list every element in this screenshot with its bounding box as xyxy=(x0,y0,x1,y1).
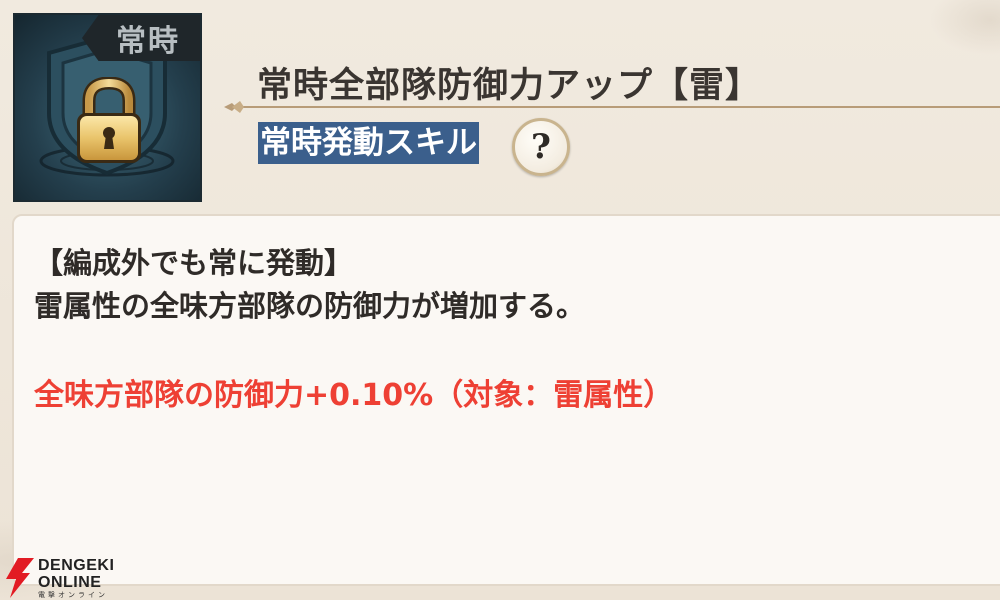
lightning-bolt-icon xyxy=(6,558,34,598)
lock-icon xyxy=(77,77,141,163)
skill-effect-value: 全味方部隊の防御力+0.10%（対象：雷属性） xyxy=(34,378,674,413)
activation-condition: 【編成外でも常に発動】 xyxy=(34,246,354,280)
question-icon: ? xyxy=(531,127,551,167)
skill-icon: 常時 xyxy=(13,13,202,202)
logo-text-line2: ONLINE xyxy=(38,574,102,591)
logo-text-line1: DENGEKI xyxy=(38,557,115,574)
help-button[interactable]: ? xyxy=(512,118,570,176)
skill-type-label: 常時発動スキル xyxy=(258,122,479,164)
title-divider xyxy=(224,101,1000,113)
skill-tag: 常時 xyxy=(82,15,200,61)
logo-text-line3: 電撃オンライン xyxy=(38,591,108,599)
dengeki-online-logo: DENGEKI ONLINE 電撃オンライン xyxy=(4,556,126,600)
skill-description: 雷属性の全味方部隊の防御力が増加する。 xyxy=(34,289,586,323)
skill-tag-label: 常時 xyxy=(116,24,180,59)
